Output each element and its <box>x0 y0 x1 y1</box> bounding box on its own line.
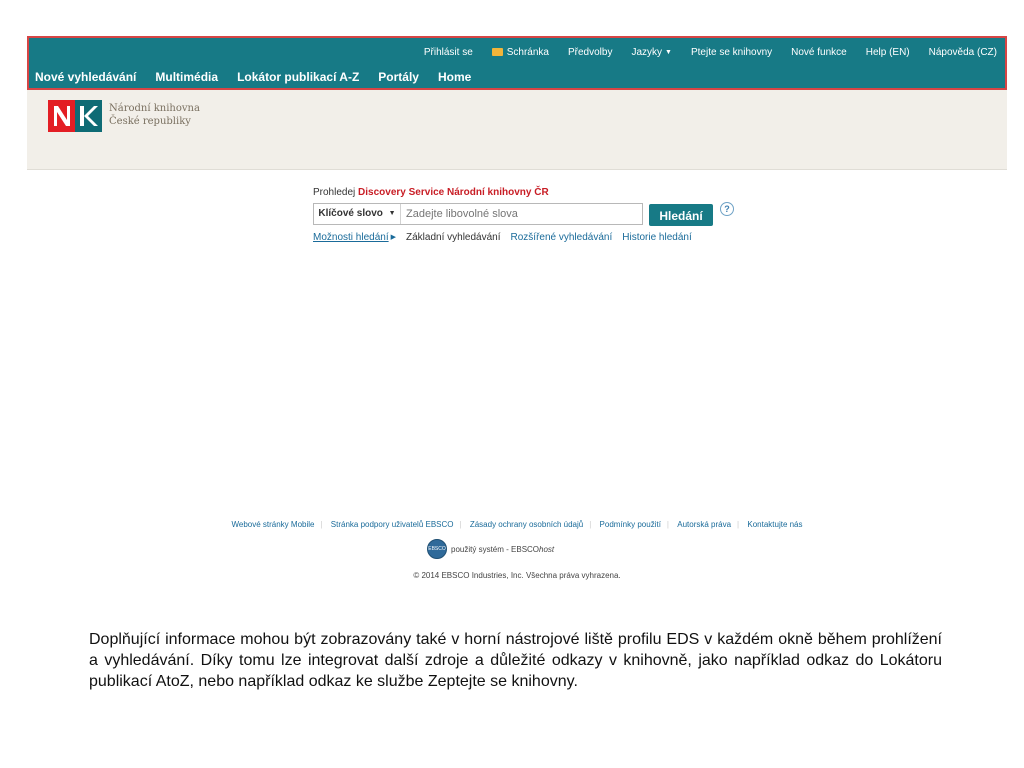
footer-sep: | <box>666 520 669 529</box>
search-box: Klíčové slovo ▼ <box>313 203 643 225</box>
powered-by-text: použitý systém - EBSCOhost <box>451 545 554 554</box>
library-name-line2: České republiky <box>109 116 191 127</box>
search-prompt: Prohledej Discovery Service Národní knih… <box>313 187 773 198</box>
footer-link-contact[interactable]: Kontaktujte nás <box>744 520 805 529</box>
copyright: © 2014 EBSCO Industries, Inc. Všechna pr… <box>413 571 621 580</box>
eds-screenshot: Přihlásit se Schránka Předvolby Jazyky ▼ … <box>27 36 1007 606</box>
languages-menu[interactable]: Jazyky ▼ <box>631 47 672 58</box>
field-select-label: Klíčové slovo <box>318 208 383 219</box>
search-links: Možnosti hledání ▶ Základní vyhledávání R… <box>313 232 692 243</box>
nav-publication-finder[interactable]: Lokátor publikací A-Z <box>237 70 359 84</box>
nav-home[interactable]: Home <box>438 70 471 84</box>
sign-in-link[interactable]: Přihlásit se <box>424 47 473 58</box>
folder-link[interactable]: Schránka <box>491 47 549 58</box>
main-nav: Nové vyhledávání Multimédia Lokátor publ… <box>35 70 471 84</box>
footer-link-copyright[interactable]: Autorská práva <box>674 520 734 529</box>
advanced-search-link[interactable]: Rozšířené vyhledávání <box>511 232 613 243</box>
play-triangle-icon: ▶ <box>390 234 396 241</box>
powered-by-host: host <box>539 544 555 554</box>
library-name-line1: Národní knihovna <box>109 103 200 114</box>
basic-search-link[interactable]: Základní vyhledávání <box>406 232 501 243</box>
field-select[interactable]: Klíčové slovo ▼ <box>314 204 401 224</box>
ask-librarian-link[interactable]: Ptejte se knihovny <box>691 47 772 58</box>
top-toolbar: Přihlásit se Schránka Předvolby Jazyky ▼ … <box>27 36 1007 90</box>
languages-label: Jazyky <box>631 47 663 58</box>
caret-down-icon: ▼ <box>665 49 672 56</box>
footer-link-terms[interactable]: Podmínky použití <box>597 520 664 529</box>
new-features-link[interactable]: Nové funkce <box>791 47 847 58</box>
slide: { "utility_links": [ {"label": "Přihlási… <box>0 0 1024 768</box>
help-icon[interactable]: ? <box>720 202 734 216</box>
folder-label: Schránka <box>506 47 549 58</box>
footer-sep: | <box>459 520 462 529</box>
nav-portals[interactable]: Portály <box>378 70 419 84</box>
ebsco-logo-icon[interactable]: EBSCO <box>427 539 447 559</box>
footer-sep: | <box>737 520 740 529</box>
footer-sep: | <box>320 520 323 529</box>
slide-caption: Doplňující informace mohou být zobrazová… <box>89 631 942 690</box>
nav-new-search[interactable]: Nové vyhledávání <box>35 70 136 84</box>
search-options-link[interactable]: Možnosti hledání ▶ <box>313 232 396 243</box>
library-logo[interactable] <box>48 100 102 132</box>
search-options-label: Možnosti hledání <box>313 232 389 243</box>
powered-by: EBSCO použitý systém - EBSCOhost <box>427 539 554 559</box>
search-button[interactable]: Hledání <box>649 204 713 226</box>
search-prompt-service: Discovery Service Národní knihovny ČR <box>358 187 549 198</box>
library-branding: Národní knihovna České republiky <box>27 90 1007 170</box>
search-history-link[interactable]: Historie hledání <box>622 232 691 243</box>
powered-by-prefix: použitý systém - EBSCO <box>451 544 540 554</box>
footer-link-support[interactable]: Stránka podpory uživatelů EBSCO <box>328 520 457 529</box>
folder-icon <box>491 48 503 56</box>
field-caret-icon: ▼ <box>388 210 396 217</box>
footer-link-privacy[interactable]: Zásady ochrany osobních údajů <box>467 520 586 529</box>
help-en-link[interactable]: Help (EN) <box>866 47 910 58</box>
footer-links: Webové stránky Mobile | Stránka podpory u… <box>27 520 1007 529</box>
search-prompt-prefix: Prohledej <box>313 187 356 198</box>
help-cz-link[interactable]: Nápověda (CZ) <box>929 47 997 58</box>
preferences-link[interactable]: Předvolby <box>568 47 612 58</box>
library-name: Národní knihovna České republiky <box>109 102 200 128</box>
footer-sep: | <box>589 520 592 529</box>
search-panel: Prohledej Discovery Service Národní knih… <box>313 187 773 251</box>
search-input[interactable] <box>406 207 634 221</box>
utility-links: Přihlásit se Schránka Předvolby Jazyky ▼ … <box>424 47 997 58</box>
search-row: Klíčové slovo ▼ Hledání ? <box>313 202 773 227</box>
footer-link-mobile[interactable]: Webové stránky Mobile <box>228 520 317 529</box>
nav-multimedia[interactable]: Multimédia <box>155 70 218 84</box>
